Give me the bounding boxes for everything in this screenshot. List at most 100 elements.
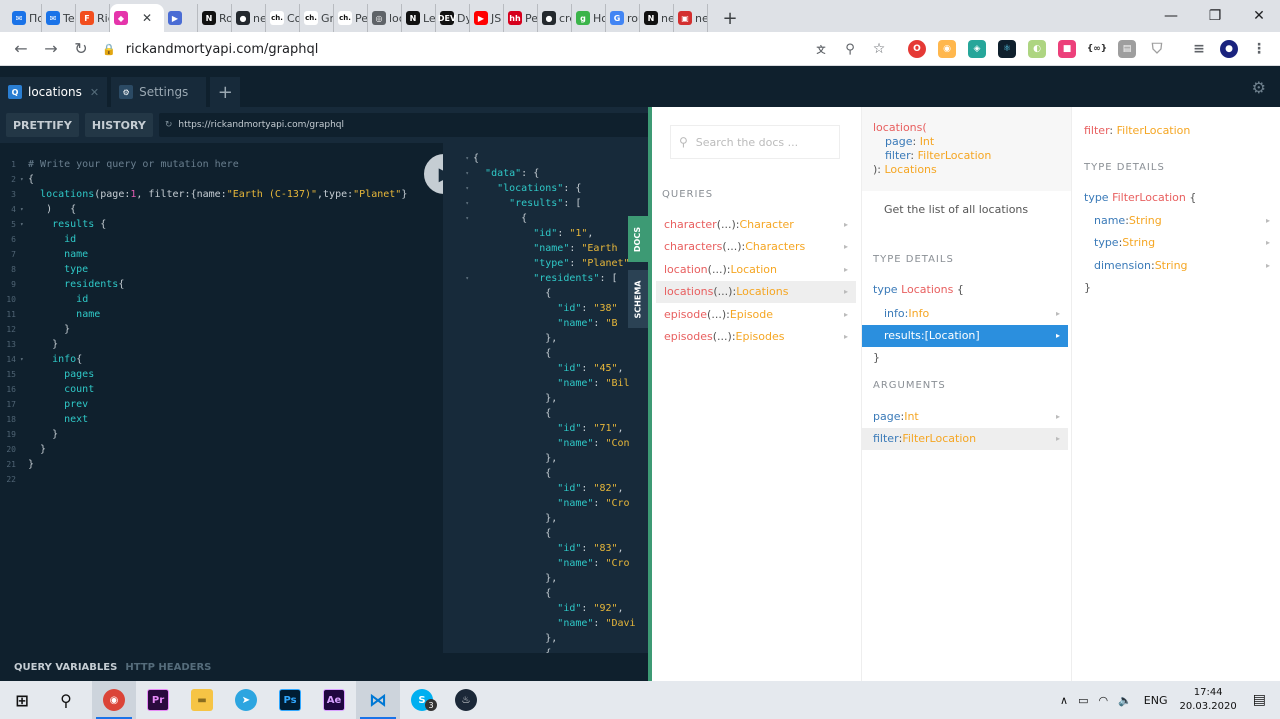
query-item-character[interactable]: character (...): Character ▸ [656, 213, 856, 235]
minimize-button[interactable]: — [1150, 0, 1192, 32]
clock[interactable]: 17:44 20.03.2020 [1180, 686, 1237, 714]
query-item-locations[interactable]: locations (...): Locations ▸ [656, 280, 856, 303]
bookmark-star-icon[interactable]: ☆ [870, 40, 888, 58]
taskbar-photoshop[interactable]: Ps [268, 681, 312, 719]
search-button[interactable]: ⚲ [44, 681, 88, 719]
browser-tab[interactable]: ▶JS f [470, 4, 504, 32]
browser-tab[interactable]: ▶ [164, 4, 198, 32]
wifi-icon[interactable]: ◠ [1098, 694, 1108, 707]
browser-tab[interactable]: DEVDy [436, 4, 470, 32]
browser-tab[interactable]: FRic [76, 4, 110, 32]
browser-tab[interactable]: gHo [572, 4, 606, 32]
endpoint-input[interactable]: ↻ https://rickandmortyapi.com/graphql [158, 113, 650, 137]
taskbar-aftereffects[interactable]: Ae [312, 681, 356, 719]
menu-dots-icon[interactable]: ⋮ [1250, 40, 1268, 58]
close-icon[interactable]: ✕ [142, 11, 152, 25]
browser-tab-label: Pe [525, 11, 538, 25]
notifications-icon[interactable]: ▤ [1253, 692, 1266, 708]
argument-filter[interactable]: filter: FilterLocation ▸ [862, 427, 1068, 450]
extension-icon[interactable]: ◐ [1028, 40, 1046, 58]
type-field-name[interactable]: name: String ▸ [1072, 209, 1278, 231]
browser-tab[interactable]: ch. Co [266, 4, 300, 32]
type-field-dimension[interactable]: dimension: String ▸ [1072, 254, 1278, 276]
battery-icon[interactable]: ▭ [1078, 694, 1088, 707]
volume-icon[interactable]: 🔈 [1118, 694, 1132, 707]
react-devtools-icon[interactable]: ⚛ [998, 40, 1016, 58]
extension-icon[interactable]: ◉ [938, 40, 956, 58]
docs-column-filter: filter: FilterLocation TYPE DETAILS type… [1071, 107, 1280, 681]
tab-locations[interactable]: Q locations ✕ [0, 77, 108, 107]
new-tab-button[interactable]: + [716, 4, 744, 32]
extension-icon[interactable]: ◈ [968, 40, 986, 58]
taskbar-telegram[interactable]: ➤ [224, 681, 268, 719]
docs-search-input[interactable]: ⚲ Search the docs ... [670, 125, 840, 159]
profile-avatar[interactable]: ● [1220, 40, 1238, 58]
playlist-icon[interactable]: ≡ [1190, 40, 1208, 58]
browser-tab[interactable]: Nnex [640, 4, 674, 32]
json-extension-icon[interactable]: {∞} [1087, 40, 1107, 58]
query-variables-tab[interactable]: QUERY VARIABLES [14, 662, 117, 673]
zoom-icon[interactable]: ⚲ [841, 40, 859, 58]
browser-tab[interactable]: ▣ ne [674, 4, 708, 32]
taskbar-steam[interactable]: ♨ [444, 681, 488, 719]
browser-tab[interactable]: ●nex [232, 4, 266, 32]
http-headers-tab[interactable]: HTTP HEADERS [125, 662, 211, 673]
query-editor[interactable]: 1 # Write your query or mutation here 2 ▾ {3… [0, 143, 443, 653]
favicon-icon: hh [508, 11, 522, 25]
type-field-info[interactable]: info: Info ▸ [862, 302, 1068, 324]
query-item-characters[interactable]: characters (...): Characters ▸ [656, 236, 856, 258]
browser-tab[interactable]: ch.Gra [300, 4, 334, 32]
shield-icon[interactable]: ⛉ [1148, 40, 1166, 58]
reload-icon[interactable]: ↻ [66, 34, 96, 64]
docs-side-tab[interactable]: DOCS [628, 216, 648, 262]
language-indicator[interactable]: ENG [1144, 694, 1168, 707]
browser-tab-active[interactable]: ◆ ✕ [110, 4, 164, 32]
close-icon[interactable]: ✕ [90, 86, 99, 99]
history-button[interactable]: HISTORY [84, 113, 153, 137]
browser-tab[interactable]: ◎loc [368, 4, 402, 32]
browser-tab[interactable]: ✉По [8, 4, 42, 32]
favicon-icon: ch. [338, 11, 352, 25]
refresh-icon[interactable]: ↻ [165, 120, 173, 130]
prettify-button[interactable]: PRETTIFY [6, 113, 79, 137]
chevron-up-icon[interactable]: ∧ [1060, 694, 1068, 707]
extension-icon[interactable]: ▤ [1118, 40, 1136, 58]
fold-icon [20, 262, 28, 277]
browser-tab[interactable]: NLea [402, 4, 436, 32]
taskbar-premiere[interactable]: Pr [136, 681, 180, 719]
type-field-results[interactable]: results: [Location] ▸ [862, 324, 1068, 347]
taskbar-explorer[interactable]: ▬ [180, 681, 224, 719]
browser-tab[interactable]: hh Pe [504, 4, 538, 32]
tab-settings[interactable]: ⚙ Settings [111, 77, 207, 107]
taskbar-vscode[interactable]: ⋈ [356, 681, 400, 719]
taskbar-skype[interactable]: S3 [400, 681, 444, 719]
browser-tab[interactable]: ch.Per [334, 4, 368, 32]
code-line: 12 } [0, 322, 443, 337]
schema-side-tab[interactable]: SCHEMA [628, 270, 648, 328]
translate-icon[interactable]: 文 [812, 40, 830, 58]
add-tab-button[interactable]: + [210, 77, 241, 107]
browser-tab[interactable]: ✉Tec [42, 4, 76, 32]
window-close-button[interactable]: ✕ [1238, 0, 1280, 32]
settings-gear-icon[interactable]: ⚙ [1252, 78, 1266, 97]
query-item-episode[interactable]: episode (...): Episode ▸ [656, 303, 856, 325]
url-bar[interactable]: 🔒 rickandmortyapi.com/graphql [102, 36, 802, 62]
result-line: { [443, 286, 650, 301]
browser-tab[interactable]: Grou [606, 4, 640, 32]
query-item-episodes[interactable]: episodes (...): Episodes ▸ [656, 326, 856, 348]
query-type: Locations [736, 285, 789, 298]
query-item-location[interactable]: location (...): Location ▸ [656, 258, 856, 280]
result-viewer[interactable]: ▾{▾ "data": {▾ "locations": {▾ "results"… [443, 143, 650, 653]
type-field-type[interactable]: type: String ▸ [1072, 232, 1278, 254]
start-button[interactable]: ⊞ [0, 681, 44, 719]
maximize-button[interactable]: ❐ [1194, 0, 1236, 32]
back-arrow-icon[interactable]: ← [6, 34, 36, 64]
opera-extension-icon[interactable]: O [908, 40, 926, 58]
browser-tab[interactable]: ●cre [538, 4, 572, 32]
forward-arrow-icon[interactable]: → [36, 34, 66, 64]
browser-tab[interactable]: NRou [198, 4, 232, 32]
extension-icon[interactable]: ■ [1058, 40, 1076, 58]
argument-page[interactable]: page: Int ▸ [862, 405, 1068, 427]
taskbar-chrome[interactable]: ◉ [92, 681, 136, 719]
code-text: name [76, 309, 101, 320]
